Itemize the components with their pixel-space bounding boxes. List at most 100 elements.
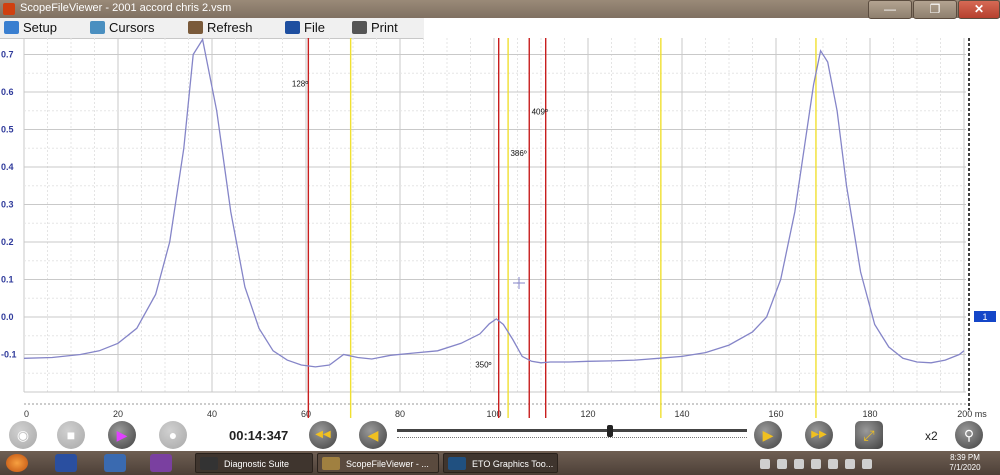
tray-icon[interactable] [828,459,838,469]
cursor-lines [307,38,817,418]
y-tick-label: 0.0 [1,312,14,322]
cursor-angle-label: 409º [532,108,548,117]
step-forward-button[interactable]: ▶ [754,421,782,449]
x-tick-label: 20 [113,409,123,418]
media-icon[interactable] [104,454,126,472]
record-button[interactable]: ● [159,421,187,449]
stop-button[interactable]: ■ [57,421,85,449]
app-icon [3,3,15,15]
cursor-annotations: 128º 409º 386º 350º [292,79,548,369]
x-tick-label: 80 [395,409,405,418]
y-tick-label: 0.7 [1,50,14,60]
menu-refresh-label: Refresh [207,20,253,35]
maximize-button[interactable]: ❐ [913,0,957,19]
printer-icon [352,21,367,34]
x-tick-label: 120 [580,409,595,418]
time-readout: 00:14:347 [229,428,289,443]
menu-cursors[interactable]: Cursors [90,20,155,36]
record-icon: ● [168,427,178,443]
fast-forward-icon: ▶▶ [811,429,827,440]
x-tick-label: 60 [301,409,311,418]
app-launcher-icon[interactable] [55,454,77,472]
start-icon[interactable] [6,454,28,472]
fit-view-button[interactable]: ⤢ [855,421,883,449]
scope-icon [322,457,340,470]
tray-icon[interactable] [794,459,804,469]
channel-marker-label: 1 [982,312,987,322]
y-tick-label: 0.1 [1,275,14,285]
menu-bar: Setup Cursors Refresh File Print [0,18,424,39]
camera-icon: ◉ [16,427,30,443]
window-title: ScopeFileViewer - 2001 accord chris 2.vs… [20,2,232,14]
timeline-slider[interactable] [397,425,747,443]
cursor-angle-label: 386º [510,149,526,158]
stop-icon: ■ [66,427,76,443]
cursor-angle-label: 350º [475,361,491,370]
x-tick-label: 0 [24,409,29,418]
slider-track [397,429,747,432]
tray-icon[interactable] [760,459,770,469]
refresh-icon [188,21,203,34]
x-tick-label: 180 [862,409,877,418]
x-tick-label: 160 [768,409,783,418]
menu-setup-label: Setup [23,20,57,35]
x-tick-label: 140 [674,409,689,418]
tray-icon[interactable] [777,459,787,469]
task-eto-graphics[interactable]: ETO Graphics Too... [443,453,558,473]
camera-button[interactable]: ◉ [9,421,37,449]
task-scopefileviewer[interactable]: ScopeFileViewer - ... [317,453,439,473]
y-tick-label: 0.6 [1,87,14,97]
tray-icon[interactable] [845,459,855,469]
clock-date: 7/1/2020 [949,463,981,472]
task-label: ETO Graphics Too... [472,459,554,469]
play-button[interactable]: ▶ [108,421,136,449]
fast-forward-button[interactable]: ▶▶ [805,421,833,449]
minimize-button[interactable]: — [868,0,912,19]
folder-icon [285,21,300,34]
close-button[interactable]: ✕ [958,0,1000,19]
y-tick-label: -0.1 [1,350,17,360]
y-tick-label: 0.2 [1,237,14,247]
y-tick-label: 0.4 [1,162,14,172]
zoom-button[interactable]: ⚲ [955,421,983,449]
diagnostic-icon [200,457,218,470]
tray-icon[interactable] [811,459,821,469]
menu-print-label: Print [371,20,398,35]
cursors-icon [90,21,105,34]
system-tray [760,456,930,470]
menu-file-label: File [304,20,325,35]
x-tick-label: 200 ms [957,409,987,418]
menu-refresh[interactable]: Refresh [188,20,253,36]
step-back-icon: ◀ [367,427,379,443]
task-diagnostic-suite[interactable]: Diagnostic Suite [195,453,313,473]
step-forward-icon: ▶ [762,427,774,443]
menu-cursors-label: Cursors [109,20,155,35]
clock-time: 8:39 PM [950,453,980,462]
magnifier-icon: ⚲ [963,427,975,443]
y-tick-label: 0.5 [1,125,14,135]
x-tick-label: 40 [207,409,217,418]
task-label: ScopeFileViewer - ... [346,459,429,469]
play-icon: ▶ [116,427,128,443]
taskbar: Diagnostic Suite ScopeFileViewer - ... E… [0,451,1000,475]
plot-grid [23,38,966,405]
scope-plot[interactable]: 020406080100120140160180200 ms0.80.70.60… [0,38,1000,418]
zoom-level: x2 [925,429,938,443]
task-label: Diagnostic Suite [224,459,290,469]
setup-icon [4,21,19,34]
slider-ticks [397,437,747,442]
fit-view-icon: ⤢ [863,427,875,443]
crosshair-icon [513,277,525,289]
tool-icon[interactable] [150,454,172,472]
tray-icon[interactable] [862,459,872,469]
playback-controls: ◉ ■ ▶ ● 00:14:347 ◀◀ ◀ ▶ ▶▶ ⤢ x2 ⚲ [0,418,1000,451]
menu-setup[interactable]: Setup [4,20,57,36]
step-back-button[interactable]: ◀ [359,421,387,449]
eto-icon [448,457,466,470]
menu-print[interactable]: Print [352,20,398,36]
menu-file[interactable]: File [285,20,325,36]
taskbar-clock[interactable]: 8:39 PM 7/1/2020 [935,453,995,473]
cursor-angle-label: 128º [292,79,308,88]
slider-knob[interactable] [607,425,613,437]
rewind-button[interactable]: ◀◀ [309,421,337,449]
